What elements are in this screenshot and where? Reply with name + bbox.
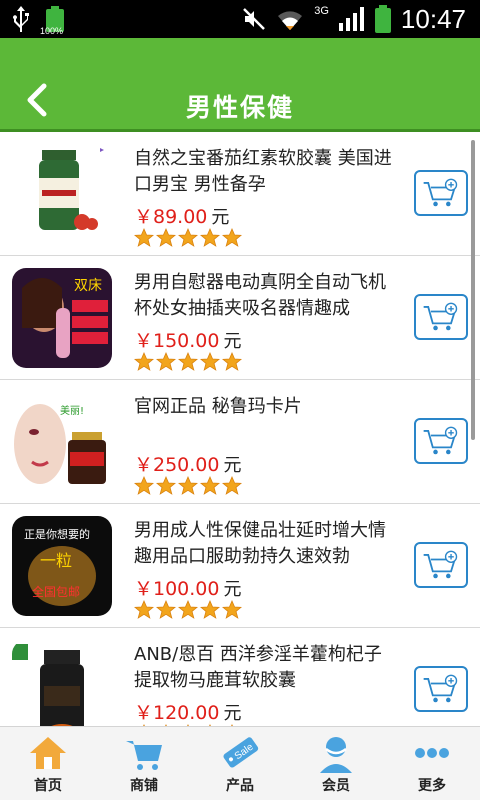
product-name[interactable]: 官网正品 秘鲁玛卡片 bbox=[134, 394, 392, 446]
star-icon bbox=[134, 228, 154, 247]
add-to-cart-button[interactable] bbox=[414, 418, 468, 464]
add-to-cart-button[interactable] bbox=[414, 542, 468, 588]
signal-icon bbox=[338, 7, 364, 31]
nav-label: 产品 bbox=[226, 778, 254, 794]
star-icon bbox=[156, 352, 176, 371]
nav-label: 首页 bbox=[34, 778, 62, 794]
svg-text:美丽!: 美丽! bbox=[60, 404, 84, 417]
nav-more[interactable]: 更多 bbox=[384, 727, 480, 800]
price-value: ￥89.00 bbox=[134, 206, 208, 228]
status-bar: 100% 3G 10:47 bbox=[0, 0, 480, 38]
product-price: ￥100.00 元 bbox=[134, 574, 241, 601]
star-icon bbox=[200, 228, 220, 247]
app-header: 男性保健 bbox=[0, 38, 480, 132]
nav-products[interactable]: Sale 产品 bbox=[192, 727, 288, 800]
price-unit: 元 bbox=[211, 207, 230, 228]
nav-label: 更多 bbox=[418, 778, 446, 794]
star-icon bbox=[222, 228, 242, 247]
star-icon bbox=[178, 352, 198, 371]
product-name[interactable]: 男用成人性保健品壮延时增大情趣用品口服助勃持久速效勃 bbox=[134, 518, 392, 570]
mute-icon bbox=[243, 8, 266, 30]
product-item[interactable]: ANB/恩百 西洋参淫羊藿枸杞子提取物马鹿茸软胶囊 ￥120.00 元 bbox=[0, 628, 480, 726]
scrollbar[interactable] bbox=[471, 140, 475, 440]
product-list[interactable]: 自然之宝番茄红素软胶囊 美国进口男宝 男性备孕 ￥89.00 元 双床 男用自慰… bbox=[0, 132, 480, 726]
nav-label: 会员 bbox=[322, 778, 350, 794]
product-name[interactable]: ANB/恩百 西洋参淫羊藿枸杞子提取物马鹿茸软胶囊 bbox=[134, 642, 392, 694]
product-image-anb[interactable] bbox=[12, 640, 112, 726]
star-icon bbox=[222, 476, 242, 495]
sale-tag-icon: Sale bbox=[223, 737, 259, 768]
product-item[interactable]: 正是你想要的 一粒 全国包邮 男用成人性保健品壮延时增大情趣用品口服助勃持久速效… bbox=[0, 504, 480, 628]
star-icon bbox=[200, 476, 220, 495]
bottom-nav: 首页 商铺 Sale 产品 会员 更多 bbox=[0, 726, 480, 800]
price-unit: 元 bbox=[223, 455, 242, 476]
svg-text:一粒: 一粒 bbox=[40, 551, 72, 570]
rating-stars bbox=[134, 228, 242, 248]
product-image-maca[interactable]: 美丽! bbox=[12, 392, 112, 492]
product-item[interactable]: 双床 男用自慰器电动真阴全自动飞机杯处女抽插夹吸名器情趣成 ￥150.00 元 bbox=[0, 256, 480, 380]
price-unit: 元 bbox=[223, 579, 242, 600]
nav-shops[interactable]: 商铺 bbox=[96, 727, 192, 800]
nav-home[interactable]: 首页 bbox=[0, 727, 96, 800]
home-icon bbox=[30, 737, 66, 769]
star-icon bbox=[178, 600, 198, 619]
price-value: ￥100.00 bbox=[134, 578, 220, 600]
battery-percent: 100% bbox=[40, 26, 64, 36]
add-to-cart-button[interactable] bbox=[414, 666, 468, 712]
price-value: ￥120.00 bbox=[134, 702, 220, 724]
product-name[interactable]: 自然之宝番茄红素软胶囊 美国进口男宝 男性备孕 bbox=[134, 146, 392, 198]
rating-stars bbox=[134, 476, 242, 496]
product-image-lycopene[interactable] bbox=[12, 144, 112, 244]
product-name[interactable]: 男用自慰器电动真阴全自动飞机杯处女抽插夹吸名器情趣成 bbox=[134, 270, 392, 322]
product-item[interactable]: 自然之宝番茄红素软胶囊 美国进口男宝 男性备孕 ￥89.00 元 bbox=[0, 132, 480, 256]
star-icon bbox=[178, 476, 198, 495]
more-dots-icon bbox=[415, 748, 449, 758]
usb-icon bbox=[13, 6, 29, 32]
product-price: ￥89.00 元 bbox=[134, 202, 229, 229]
star-icon bbox=[200, 600, 220, 619]
star-icon bbox=[222, 600, 242, 619]
rating-stars bbox=[134, 600, 242, 620]
price-unit: 元 bbox=[223, 331, 242, 352]
product-price: ￥120.00 元 bbox=[134, 698, 241, 725]
product-image-device[interactable]: 双床 bbox=[12, 268, 112, 368]
nav-member[interactable]: 会员 bbox=[288, 727, 384, 800]
add-to-cart-button[interactable] bbox=[414, 170, 468, 216]
star-icon bbox=[134, 352, 154, 371]
svg-text:全国包邮: 全国包邮 bbox=[32, 584, 80, 599]
star-icon bbox=[156, 476, 176, 495]
price-value: ￥150.00 bbox=[134, 330, 220, 352]
product-price: ￥250.00 元 bbox=[134, 450, 241, 477]
battery-icon: 100% bbox=[40, 6, 64, 36]
star-icon bbox=[156, 600, 176, 619]
member-icon bbox=[320, 737, 352, 773]
add-to-cart-button[interactable] bbox=[414, 294, 468, 340]
price-unit: 元 bbox=[223, 703, 242, 724]
clock: 10:47 bbox=[400, 3, 466, 34]
star-icon bbox=[200, 352, 220, 371]
star-icon bbox=[178, 228, 198, 247]
price-value: ￥250.00 bbox=[134, 454, 220, 476]
battery-status-icon bbox=[374, 5, 391, 33]
shopping-cart-icon bbox=[126, 741, 162, 770]
star-icon bbox=[222, 352, 242, 371]
svg-text:双床: 双床 bbox=[74, 278, 102, 294]
page-title: 男性保健 bbox=[185, 93, 294, 122]
star-icon bbox=[134, 476, 154, 495]
nav-label: 商铺 bbox=[130, 778, 158, 794]
network-type: 3G bbox=[314, 5, 329, 17]
product-item[interactable]: 美丽! 官网正品 秘鲁玛卡片 ￥250.00 元 bbox=[0, 380, 480, 504]
svg-text:正是你想要的: 正是你想要的 bbox=[24, 527, 90, 541]
rating-stars bbox=[134, 352, 242, 372]
wifi-icon bbox=[278, 11, 303, 30]
star-icon bbox=[156, 228, 176, 247]
product-image-supplement[interactable]: 正是你想要的 一粒 全国包邮 bbox=[12, 516, 112, 616]
product-price: ￥150.00 元 bbox=[134, 326, 241, 353]
star-icon bbox=[134, 600, 154, 619]
